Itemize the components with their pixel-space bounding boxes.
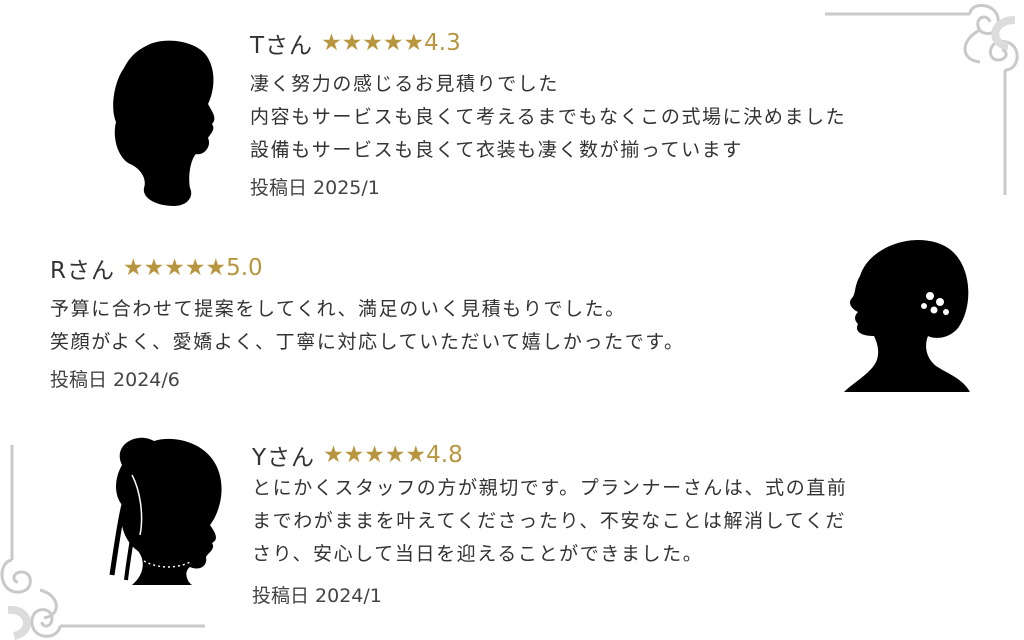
rating-value: 5.0 <box>226 255 263 281</box>
review-text-line: 凄く努力の感じるお見積りでした <box>250 73 560 95</box>
man-silhouette-icon <box>113 40 215 207</box>
review-text-line: 内容もサービスも良くて考えるまでもなくこの式場に決めました <box>250 106 847 128</box>
star-rating-icon: ★★★★★ <box>122 255 227 281</box>
woman-updo-silhouette-icon <box>844 240 970 392</box>
review-text-line: さり、安心して当日を迎えることができました。 <box>252 543 704 565</box>
posted-date: 投稿日 2025/1 <box>250 177 380 199</box>
star-rating-icon: ★★★★★ <box>321 30 425 56</box>
review-header: Yさん ★★★★★ 4.8 <box>252 440 848 471</box>
rating-value: 4.3 <box>424 30 461 56</box>
posted-date: 投稿日 2024/6 <box>50 369 180 391</box>
corner-ornament-top-right <box>825 4 1019 195</box>
review-text-line: とにかくスタッフの方が親切です。プランナーさんは、式の直前 <box>252 477 848 499</box>
rating-value: 4.8 <box>426 442 463 468</box>
review-header: Rさん ★★★★★ 5.0 <box>50 253 685 284</box>
review-text-line: 予算に合わせて提案をしてくれ、満足のいく見積もりでした。 <box>50 298 626 320</box>
woman-ribbon-silhouette-icon <box>109 437 222 585</box>
review-text-line: 設備もサービスも良くて衣装も凄く数が揃っています <box>250 139 743 161</box>
review-card: Tさん ★★★★★ 4.3 凄く努力の感じるお見積りでした 内容もサービスも良く… <box>250 28 846 200</box>
review-text-line: までわがままを叶えてくださったり、不安なことは解消してくだ <box>252 510 846 532</box>
reviewer-name: Tさん <box>250 33 314 59</box>
star-rating-icon: ★★★★★ <box>323 442 427 468</box>
review-text-line: 笑顔がよく、愛嬌よく、丁寧に対応していただいて嬉しかったです。 <box>50 331 685 353</box>
review-card: Yさん ★★★★★ 4.8 とにかくスタッフの方が親切です。プランナーさんは、式… <box>252 440 848 608</box>
posted-date: 投稿日 2024/1 <box>252 585 382 607</box>
review-header: Tさん ★★★★★ 4.3 <box>250 28 846 59</box>
reviewer-name: Yさん <box>252 445 316 471</box>
reviewer-name: Rさん <box>50 258 115 284</box>
review-card: Rさん ★★★★★ 5.0 予算に合わせて提案をしてくれ、満足のいく見積もりでし… <box>50 253 685 392</box>
